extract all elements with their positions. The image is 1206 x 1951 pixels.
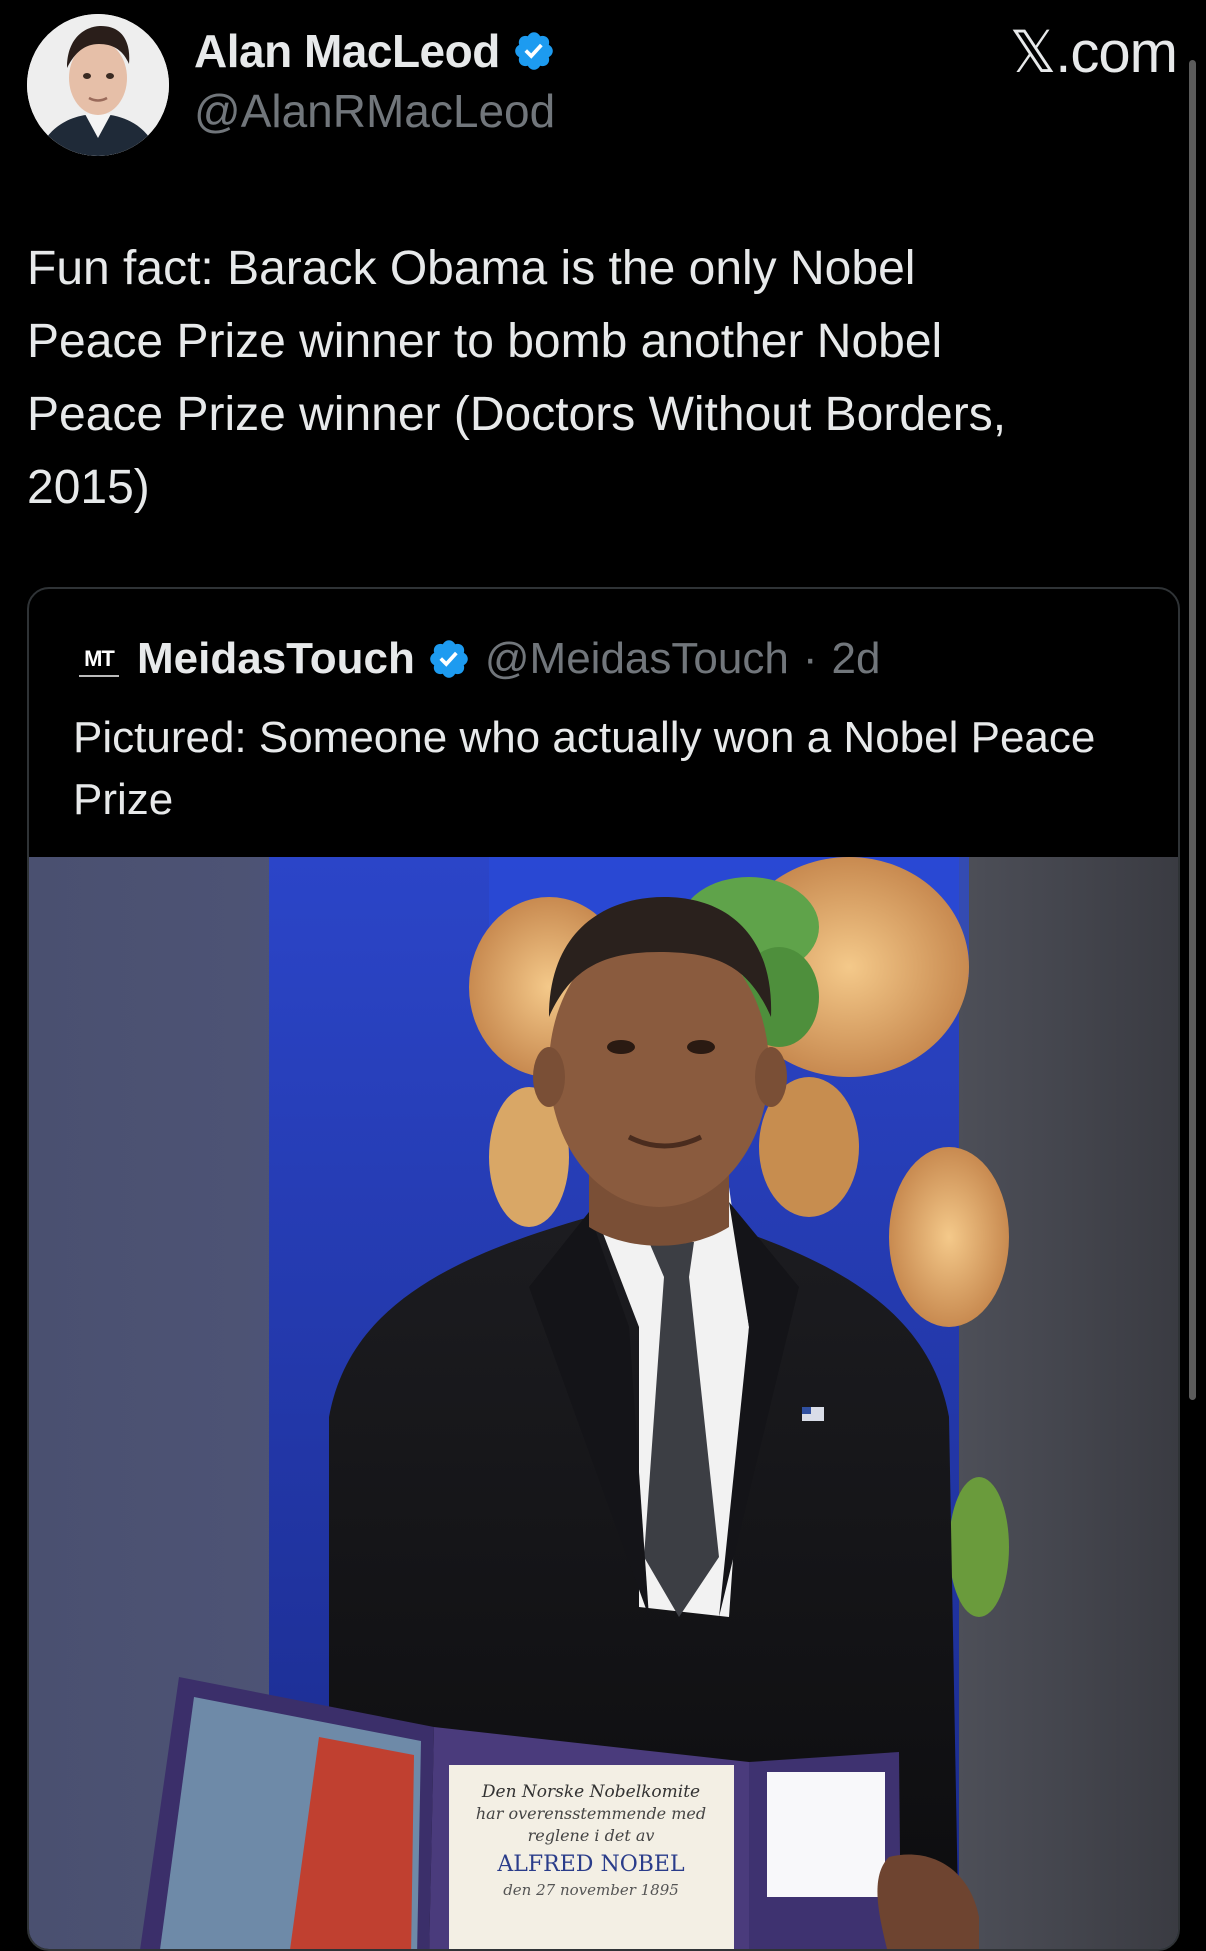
quote-author-handle[interactable]: @MeidasTouch bbox=[485, 634, 789, 684]
diploma-line-3: reglene i det av bbox=[528, 1826, 655, 1845]
photo-illustration: Den Norske Nobelkomite har overensstemme… bbox=[29, 857, 1178, 1949]
diploma-line-1: Den Norske Nobelkomite bbox=[481, 1782, 700, 1802]
author-name[interactable]: Alan MacLeod bbox=[194, 24, 500, 78]
logo-underline bbox=[79, 675, 119, 677]
author-handle[interactable]: @AlanRMacLeod bbox=[194, 84, 555, 138]
avatar-portrait bbox=[27, 14, 169, 156]
verified-badge-icon bbox=[515, 32, 553, 70]
quote-header: MT MeidasTouch @MeidasTouch · 2d bbox=[73, 633, 880, 685]
tweet-header: Alan MacLeod @AlanRMacLeod 𝕏.com bbox=[27, 14, 1178, 156]
quote-author-name[interactable]: MeidasTouch bbox=[137, 634, 415, 684]
quote-text: Pictured: Someone who actually won a Nob… bbox=[73, 713, 1096, 824]
quoted-tweet-card[interactable]: MT MeidasTouch @MeidasTouch · 2d Picture… bbox=[27, 587, 1180, 1951]
diploma-line-5: den 27 november 1895 bbox=[503, 1881, 679, 1899]
tweet-text: Fun fact: Barack Obama is the only Nobel… bbox=[27, 242, 1007, 514]
scrollbar[interactable] bbox=[1189, 60, 1196, 1400]
quote-photo[interactable]: Den Norske Nobelkomite har overensstemme… bbox=[29, 857, 1178, 1949]
logo-text: MT bbox=[84, 646, 115, 671]
author-avatar[interactable] bbox=[27, 14, 169, 156]
site-mark: 𝕏.com bbox=[1009, 20, 1178, 85]
separator-dot: · bbox=[802, 634, 818, 683]
diploma-line-2: har overensstemmende med bbox=[476, 1804, 706, 1823]
diploma-line-4: ALFRED NOBEL bbox=[496, 1852, 685, 1877]
meidastouch-logo: MT bbox=[73, 633, 125, 685]
author-name-row: Alan MacLeod bbox=[194, 24, 556, 78]
verified-badge-icon bbox=[430, 640, 468, 678]
quote-age[interactable]: 2d bbox=[831, 634, 880, 684]
